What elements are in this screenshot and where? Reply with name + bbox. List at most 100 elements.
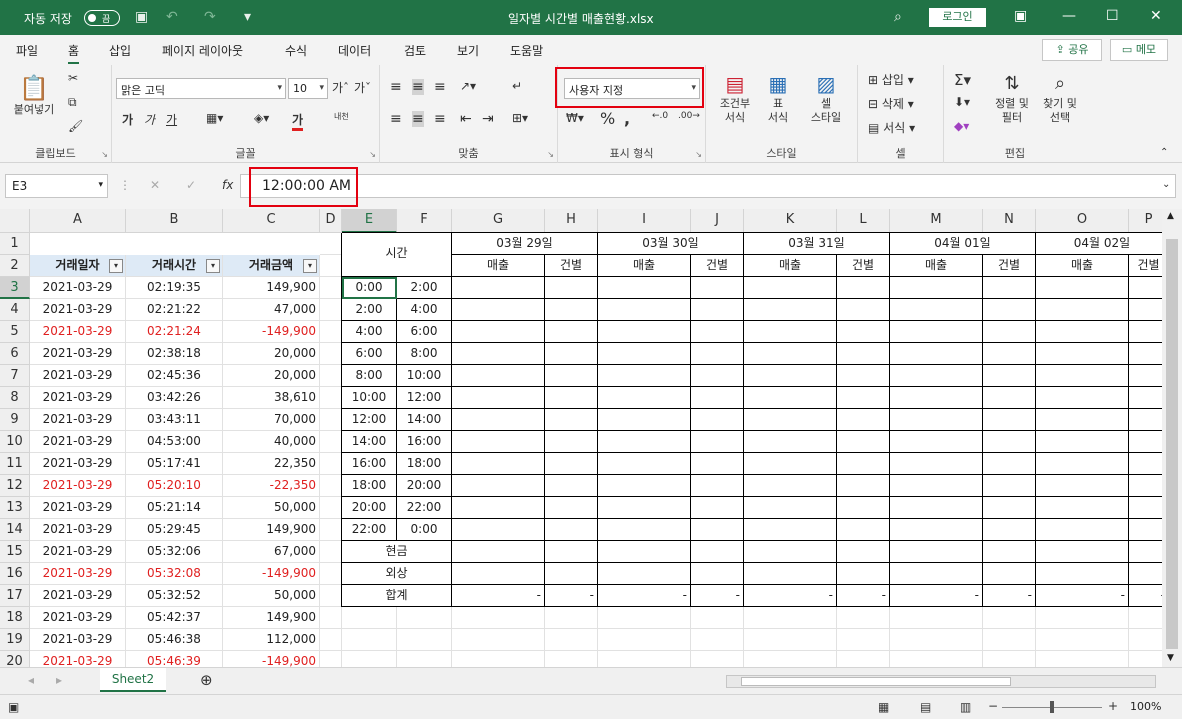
summary-value-cell[interactable]: [890, 453, 983, 475]
time-slot-start-cell[interactable]: 4:00: [342, 321, 397, 343]
date-header-cell[interactable]: 03월 29일: [452, 233, 598, 255]
row-header-20[interactable]: 20: [0, 651, 30, 667]
cell[interactable]: [744, 651, 837, 667]
transaction-amount-cell[interactable]: 20,000: [223, 343, 320, 365]
summary-value-cell[interactable]: [691, 431, 744, 453]
login-button[interactable]: 로그인: [929, 8, 986, 27]
tab-page-layout[interactable]: 페이지 레이아웃: [162, 42, 243, 59]
summary-total-cell[interactable]: [691, 563, 744, 585]
summary-label-cell[interactable]: 합계: [342, 585, 452, 607]
count-header-cell[interactable]: 건별: [545, 255, 598, 277]
summary-value-cell[interactable]: [598, 299, 691, 321]
cell[interactable]: [320, 321, 342, 343]
cell[interactable]: [320, 475, 342, 497]
row-header-7[interactable]: 7: [0, 365, 30, 387]
paste-button[interactable]: 📋 붙여넣기: [8, 73, 60, 117]
transaction-amount-cell[interactable]: 67,000: [223, 541, 320, 563]
transaction-amount-cell[interactable]: -149,900: [223, 563, 320, 585]
font-color-button[interactable]: 가: [292, 111, 304, 131]
cell[interactable]: [1129, 629, 1162, 651]
summary-value-cell[interactable]: [1129, 343, 1162, 365]
summary-value-cell[interactable]: [545, 299, 598, 321]
column-header-a[interactable]: A: [30, 209, 126, 233]
time-slot-end-cell[interactable]: 20:00: [397, 475, 452, 497]
summary-value-cell[interactable]: [1129, 409, 1162, 431]
align-top-icon[interactable]: ≡: [390, 79, 402, 95]
summary-value-cell[interactable]: [983, 387, 1036, 409]
italic-button[interactable]: 가: [144, 111, 155, 128]
transaction-amount-cell[interactable]: 22,350: [223, 453, 320, 475]
active-cell[interactable]: 0:00: [342, 277, 397, 299]
collapse-ribbon-icon[interactable]: ⌃: [1160, 147, 1168, 158]
summary-value-cell[interactable]: [983, 365, 1036, 387]
cell[interactable]: [320, 607, 342, 629]
cell[interactable]: [320, 343, 342, 365]
summary-value-cell[interactable]: [983, 343, 1036, 365]
cell[interactable]: [397, 607, 452, 629]
save-icon[interactable]: ▣: [135, 9, 148, 25]
font-name-select[interactable]: 맑은 고딕 ▾: [116, 78, 286, 99]
summary-value-cell[interactable]: [890, 365, 983, 387]
transaction-date-cell[interactable]: 2021-03-29: [30, 519, 126, 541]
summary-value-cell[interactable]: [452, 497, 545, 519]
summary-total-cell[interactable]: [1036, 563, 1129, 585]
row-header-5[interactable]: 5: [0, 321, 30, 343]
summary-value-cell[interactable]: [1036, 475, 1129, 497]
clear-icon[interactable]: ◆▾: [954, 119, 969, 133]
summary-value-cell[interactable]: [545, 519, 598, 541]
summary-value-cell[interactable]: [890, 343, 983, 365]
search-icon[interactable]: ⌕: [894, 9, 902, 25]
summary-value-cell[interactable]: [890, 299, 983, 321]
summary-value-cell[interactable]: [744, 365, 837, 387]
time-slot-end-cell[interactable]: 14:00: [397, 409, 452, 431]
align-center-icon[interactable]: ≡: [412, 111, 424, 127]
prev-sheet-icon[interactable]: ◂: [28, 673, 34, 687]
time-slot-start-cell[interactable]: 16:00: [342, 453, 397, 475]
summary-value-cell[interactable]: [452, 365, 545, 387]
summary-value-cell[interactable]: [744, 519, 837, 541]
row-header-17[interactable]: 17: [0, 585, 30, 607]
transaction-time-cell[interactable]: 04:53:00: [126, 431, 223, 453]
document-title[interactable]: 일자별 시간별 매출현황.xlsx: [508, 10, 654, 27]
cell[interactable]: [320, 585, 342, 607]
cell[interactable]: [598, 651, 691, 667]
font-size-select[interactable]: 10 ▾: [288, 78, 328, 99]
row-header-16[interactable]: 16: [0, 563, 30, 585]
summary-value-cell[interactable]: [1036, 409, 1129, 431]
summary-total-cell[interactable]: -: [744, 585, 837, 607]
close-icon[interactable]: ✕: [1150, 8, 1162, 24]
transaction-time-cell[interactable]: 02:38:18: [126, 343, 223, 365]
time-slot-end-cell[interactable]: 0:00: [397, 519, 452, 541]
time-slot-start-cell[interactable]: 20:00: [342, 497, 397, 519]
row-header-18[interactable]: 18: [0, 607, 30, 629]
summary-value-cell[interactable]: [545, 409, 598, 431]
cell[interactable]: [320, 387, 342, 409]
column-header-o[interactable]: O: [1036, 209, 1129, 233]
cut-icon[interactable]: ✂: [68, 71, 78, 85]
align-left-icon[interactable]: ≡: [390, 111, 402, 127]
transaction-date-cell[interactable]: 2021-03-29: [30, 475, 126, 497]
cell[interactable]: [983, 607, 1036, 629]
summary-value-cell[interactable]: [983, 431, 1036, 453]
column-header-g[interactable]: G: [452, 209, 545, 233]
count-header-cell[interactable]: 건별: [691, 255, 744, 277]
summary-total-cell[interactable]: [691, 541, 744, 563]
row-header-4[interactable]: 4: [0, 299, 30, 321]
cell[interactable]: [452, 629, 545, 651]
select-all-corner[interactable]: [0, 209, 30, 233]
summary-value-cell[interactable]: [744, 431, 837, 453]
cell[interactable]: [452, 607, 545, 629]
time-slot-start-cell[interactable]: 22:00: [342, 519, 397, 541]
time-slot-start-cell[interactable]: 18:00: [342, 475, 397, 497]
cell[interactable]: [545, 607, 598, 629]
summary-value-cell[interactable]: [837, 453, 890, 475]
summary-value-cell[interactable]: [691, 387, 744, 409]
summary-value-cell[interactable]: [452, 387, 545, 409]
transaction-date-cell[interactable]: 2021-03-29: [30, 321, 126, 343]
page-layout-view-icon[interactable]: ▤: [920, 700, 931, 714]
transaction-time-cell[interactable]: 05:46:38: [126, 629, 223, 651]
delete-cells-button[interactable]: ⊟ 삭제 ▾: [868, 95, 914, 112]
summary-value-cell[interactable]: [545, 453, 598, 475]
increase-indent-icon[interactable]: ⇥: [482, 111, 494, 127]
summary-value-cell[interactable]: [744, 475, 837, 497]
